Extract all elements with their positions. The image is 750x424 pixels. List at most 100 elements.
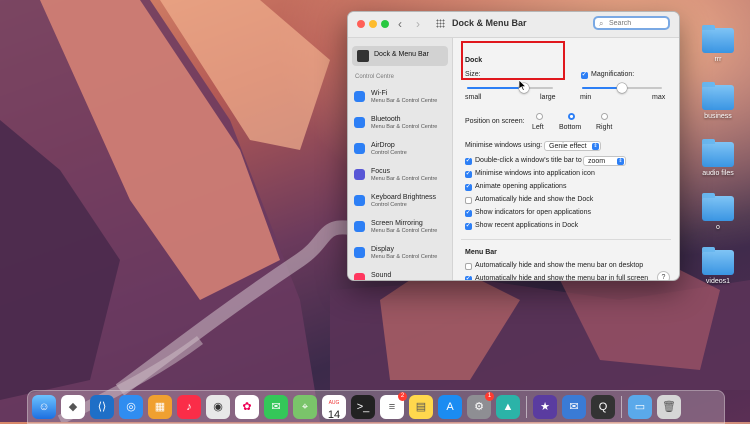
menu-bar-option-label: Automatically hide and show the menu bar… bbox=[475, 262, 644, 269]
search-field[interactable]: ⌕ bbox=[593, 16, 670, 30]
folder-icon bbox=[702, 139, 734, 167]
system-settings-icon[interactable]: ⚙ 1 bbox=[467, 392, 494, 419]
desktop-folder[interactable]: videos1 bbox=[688, 247, 748, 285]
screenshot-icon[interactable]: ◉ bbox=[206, 395, 230, 419]
folder-icon bbox=[702, 25, 734, 53]
trash-icon[interactable]: 🗑 bbox=[657, 395, 681, 419]
sidebar-item-airdrop[interactable]: AirDrop Control Centre bbox=[354, 140, 450, 164]
position-left-label: Left bbox=[532, 124, 544, 131]
desktop-folder[interactable]: business bbox=[688, 82, 748, 120]
vscode-icon[interactable]: ⟨⟩ bbox=[90, 395, 114, 419]
size-highlight-box bbox=[461, 41, 565, 80]
sidebar-item-wi-fi[interactable]: Wi-Fi Menu Bar & Control Centre bbox=[354, 88, 450, 112]
screen-mirroring-icon bbox=[354, 221, 365, 232]
magnification-slider[interactable] bbox=[582, 83, 662, 93]
sound-icon bbox=[354, 273, 365, 280]
minimise-label: Minimise windows using: bbox=[465, 142, 543, 149]
magnification-label: Magnification: bbox=[591, 71, 635, 78]
dock-option-label: Show indicators for open applications bbox=[475, 209, 591, 216]
dock-option-checkbox[interactable] bbox=[465, 197, 472, 204]
menu-bar-option-checkbox[interactable] bbox=[465, 274, 472, 280]
show-all-grid-icon[interactable] bbox=[436, 19, 445, 28]
dock-option-label: Automatically hide and show the Dock bbox=[475, 196, 594, 203]
size-slider[interactable] bbox=[467, 83, 553, 93]
chevron-updown-icon: ⇕ bbox=[592, 143, 599, 150]
menu-bar-section-header: Menu Bar bbox=[465, 249, 497, 256]
apps-grid-icon[interactable]: ▦ bbox=[148, 395, 172, 419]
dock-separator bbox=[526, 396, 527, 418]
folder-icon bbox=[702, 82, 734, 110]
dock-option-checkbox[interactable] bbox=[465, 182, 472, 191]
desktop-folder[interactable]: audio files bbox=[688, 139, 748, 177]
dock-separator bbox=[621, 396, 622, 418]
finder-icon[interactable]: ☺ bbox=[32, 395, 56, 419]
position-right-radio[interactable] bbox=[601, 113, 608, 120]
app-store-icon[interactable]: A bbox=[438, 395, 462, 419]
search-input[interactable] bbox=[609, 18, 667, 28]
wifi-icon bbox=[354, 91, 365, 102]
dock-option-label: Animate opening applications bbox=[475, 183, 567, 190]
music-icon[interactable]: ♪ bbox=[177, 395, 201, 419]
sidebar-item-bluetooth[interactable]: Bluetooth Menu Bar & Control Centre bbox=[354, 114, 450, 138]
double-click-checkbox[interactable] bbox=[465, 156, 472, 165]
magnification-checkbox[interactable] bbox=[581, 70, 588, 79]
dock-option-checkbox[interactable] bbox=[465, 221, 472, 230]
airdrop-icon bbox=[354, 143, 365, 154]
minimize-button[interactable] bbox=[369, 20, 377, 28]
sidebar-item-sound[interactable]: Sound bbox=[354, 270, 450, 280]
sidebar-item-screen-mirroring[interactable]: Screen Mirroring Menu Bar & Control Centr… bbox=[354, 218, 450, 242]
size-min-label: small bbox=[465, 94, 482, 101]
imovie-icon[interactable]: ★ bbox=[533, 395, 557, 419]
calendar-icon[interactable]: AUG 14 bbox=[322, 395, 346, 421]
double-click-label: Double-click a window's title bar to bbox=[475, 157, 582, 164]
menu-bar-option-checkbox[interactable] bbox=[465, 263, 472, 270]
safari-icon[interactable]: ◎ bbox=[119, 395, 143, 419]
sidebar-item-keyboard-brightness[interactable]: Keyboard Brightness Control Centre bbox=[354, 192, 450, 216]
sidebar-item-display[interactable]: Display Menu Bar & Control Centre bbox=[354, 244, 450, 268]
search-icon: ⌕ bbox=[599, 19, 604, 28]
window-title: Dock & Menu Bar bbox=[452, 18, 527, 28]
terminal-icon[interactable]: >_ bbox=[351, 395, 375, 419]
position-left-radio[interactable] bbox=[536, 113, 543, 120]
notes-icon[interactable]: ▤ bbox=[409, 395, 433, 419]
dock: ☺ ◆ ⟨⟩ ◎ ▦ ♪ ◉ ✿ ✉ ⌖ AUG 14 >_ ≡ 2 ▤ A ⚙ 1… bbox=[27, 390, 725, 424]
magnification-max-label: max bbox=[652, 94, 666, 101]
size-max-label: large bbox=[540, 94, 556, 101]
forward-icon[interactable]: › bbox=[416, 17, 420, 31]
messages-icon[interactable]: ✉ bbox=[264, 395, 288, 419]
reminders-icon[interactable]: ≡ 2 bbox=[380, 392, 407, 419]
magnification-slider-fill bbox=[582, 87, 622, 89]
zoom-button[interactable] bbox=[381, 20, 389, 28]
back-icon[interactable]: ‹ bbox=[398, 17, 402, 31]
sidebar-item-focus[interactable]: Focus Menu Bar & Control Centre bbox=[354, 166, 450, 190]
close-button[interactable] bbox=[357, 20, 365, 28]
position-bottom-label: Bottom bbox=[559, 124, 582, 131]
folder-icon bbox=[702, 193, 734, 221]
help-button[interactable]: ? bbox=[657, 271, 670, 280]
mail-icon[interactable]: ✉ bbox=[562, 395, 586, 419]
minimise-effect-popup[interactable]: Genie effect ⇕ bbox=[544, 141, 601, 151]
keyboard-brightness-icon bbox=[354, 195, 365, 206]
desktop-folder[interactable]: o bbox=[688, 193, 748, 231]
vpn-icon[interactable]: ▲ bbox=[496, 395, 520, 419]
double-click-action-popup[interactable]: zoom ⇕ bbox=[583, 156, 626, 166]
folder-icon bbox=[702, 247, 734, 275]
dock-menubar-window: ‹ › Dock & Menu Bar ⌕ Dock & Menu Bar Co… bbox=[347, 11, 680, 281]
photos-icon[interactable]: ✿ bbox=[235, 395, 259, 419]
menu-bar-option-label: Automatically hide and show the menu bar… bbox=[475, 275, 649, 281]
position-bottom-radio[interactable] bbox=[568, 113, 575, 120]
notification-badge: 1 bbox=[485, 392, 494, 401]
size-slider-fill bbox=[467, 87, 524, 89]
downloads-folder-icon[interactable]: ▭ bbox=[628, 395, 652, 419]
desktop-folder[interactable]: rrr bbox=[688, 25, 748, 63]
sidebar-item-dock-menu-bar[interactable]: Dock & Menu Bar bbox=[352, 46, 448, 66]
launchpad-icon[interactable]: ◆ bbox=[61, 395, 85, 419]
moon-icon bbox=[354, 169, 365, 180]
dock-option-checkbox[interactable] bbox=[465, 208, 472, 217]
magnification-slider-knob[interactable] bbox=[617, 83, 627, 93]
section-divider bbox=[461, 239, 671, 240]
maps-icon[interactable]: ⌖ bbox=[293, 395, 317, 419]
dock-option-label: Show recent applications in Dock bbox=[475, 222, 579, 229]
quicktime-icon[interactable]: Q bbox=[591, 395, 615, 419]
dock-option-checkbox[interactable] bbox=[465, 169, 472, 178]
